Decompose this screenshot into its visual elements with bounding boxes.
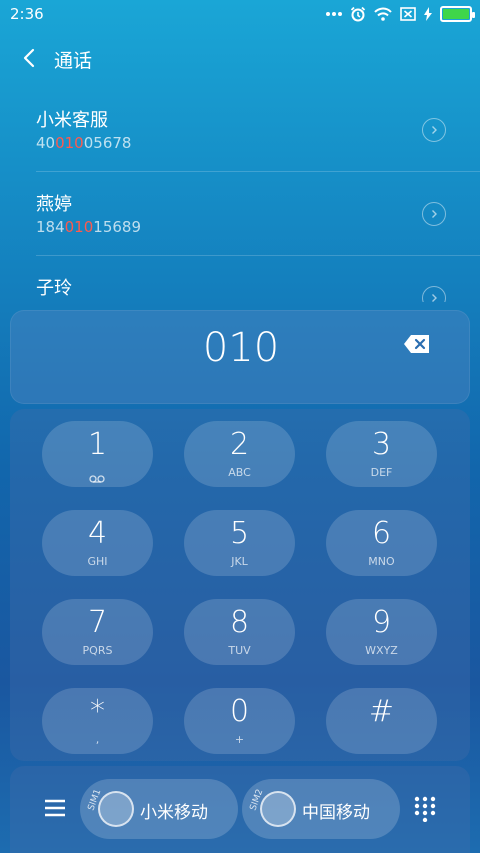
contact-item[interactable]: 子玲 bbox=[0, 256, 480, 302]
page-title: 通话 bbox=[54, 50, 93, 72]
key-digit: 2 bbox=[229, 427, 250, 462]
key-letters: JKL bbox=[231, 555, 248, 568]
keypad-toggle-icon[interactable] bbox=[414, 796, 436, 822]
number-prefix: 184 bbox=[36, 218, 65, 236]
sim-call-icon bbox=[98, 791, 134, 827]
key-digit: 7 bbox=[87, 605, 108, 640]
key-letters: TUV bbox=[228, 644, 251, 657]
contact-detail-button[interactable] bbox=[422, 202, 446, 226]
key-8[interactable]: 8 TUV bbox=[184, 599, 295, 665]
key-0[interactable]: 0 + bbox=[184, 688, 295, 754]
key-letters: WXYZ bbox=[365, 644, 398, 657]
key-1[interactable]: 1 bbox=[42, 421, 153, 487]
key-letters: + bbox=[234, 733, 245, 746]
wifi-icon bbox=[374, 7, 392, 21]
key-digit: 3 bbox=[371, 427, 392, 462]
number-suffix: 05678 bbox=[83, 134, 132, 152]
status-icons bbox=[326, 4, 475, 24]
status-bar: 2:36 bbox=[0, 0, 480, 28]
key-letters: , bbox=[95, 733, 100, 746]
key-4[interactable]: 4 GHI bbox=[42, 510, 153, 576]
header: 通话 bbox=[0, 38, 480, 78]
contact-list: 小米客服 4001005678 燕婷 18401015689 子玲 bbox=[0, 88, 480, 302]
key-digit: 4 bbox=[87, 516, 108, 551]
back-icon[interactable] bbox=[18, 46, 42, 70]
sim-label: 中国移动 bbox=[302, 803, 370, 823]
key-star[interactable]: * , bbox=[42, 688, 153, 754]
key-digit: 6 bbox=[371, 516, 392, 551]
charging-icon bbox=[424, 7, 432, 21]
number-match: 010 bbox=[64, 218, 94, 236]
dial-input-panel: 010 bbox=[10, 310, 470, 404]
key-letters: MNO bbox=[368, 555, 395, 568]
dialed-number[interactable]: 010 bbox=[11, 325, 471, 371]
key-digit: 5 bbox=[229, 516, 250, 551]
more-dots-icon bbox=[326, 12, 342, 16]
key-digit: 8 bbox=[229, 605, 250, 640]
key-letters: GHI bbox=[87, 555, 108, 568]
battery-icon bbox=[440, 6, 475, 22]
call-sim2-button[interactable]: SIM2 中国移动 bbox=[242, 779, 400, 839]
chevron-right-icon bbox=[432, 294, 437, 302]
contact-item[interactable]: 燕婷 18401015689 bbox=[0, 172, 480, 256]
key-9[interactable]: 9 WXYZ bbox=[326, 599, 437, 665]
status-time: 2:36 bbox=[10, 5, 44, 23]
menu-icon[interactable] bbox=[44, 798, 66, 818]
contact-number: 18401015689 bbox=[36, 218, 141, 236]
battery-fill bbox=[443, 9, 469, 19]
contact-name: 燕婷 bbox=[36, 194, 72, 215]
number-prefix: 40 bbox=[36, 134, 56, 152]
contact-number: 4001005678 bbox=[36, 134, 131, 152]
contact-item[interactable]: 小米客服 4001005678 bbox=[0, 88, 480, 172]
contact-detail-button[interactable] bbox=[422, 118, 446, 142]
chevron-right-icon bbox=[432, 210, 437, 218]
key-letters: ABC bbox=[228, 466, 251, 479]
backspace-icon[interactable] bbox=[403, 333, 431, 355]
key-3[interactable]: 3 DEF bbox=[326, 421, 437, 487]
voicemail-icon bbox=[89, 475, 105, 483]
key-7[interactable]: 7 PQRS bbox=[42, 599, 153, 665]
key-digit: 9 bbox=[371, 605, 392, 640]
alarm-icon bbox=[350, 6, 366, 22]
no-signal-icon bbox=[400, 7, 416, 21]
key-digit: 1 bbox=[87, 427, 108, 462]
contact-detail-button[interactable] bbox=[422, 286, 446, 302]
bottom-bar: SIM1 小米移动 SIM2 中国移动 bbox=[10, 766, 470, 853]
key-hash[interactable]: # bbox=[326, 688, 437, 754]
key-5[interactable]: 5 JKL bbox=[184, 510, 295, 576]
call-sim1-button[interactable]: SIM1 小米移动 bbox=[80, 779, 238, 839]
number-suffix: 15689 bbox=[93, 218, 141, 236]
chevron-right-icon bbox=[432, 126, 437, 134]
contact-name: 小米客服 bbox=[36, 110, 108, 131]
key-letters: DEF bbox=[370, 466, 393, 479]
key-letters: PQRS bbox=[82, 644, 113, 657]
key-2[interactable]: 2 ABC bbox=[184, 421, 295, 487]
contact-name: 子玲 bbox=[36, 278, 72, 299]
key-digit: * bbox=[90, 694, 105, 729]
key-digit: # bbox=[368, 694, 395, 729]
keypad: 1 2 ABC 3 DEF 4 GHI 5 JKL 6 MNO 7 PQRS 8… bbox=[10, 409, 470, 761]
key-6[interactable]: 6 MNO bbox=[326, 510, 437, 576]
key-digit: 0 bbox=[229, 694, 250, 729]
sim-label: 小米移动 bbox=[140, 803, 208, 823]
number-match: 010 bbox=[55, 134, 84, 152]
sim-call-icon bbox=[260, 791, 296, 827]
